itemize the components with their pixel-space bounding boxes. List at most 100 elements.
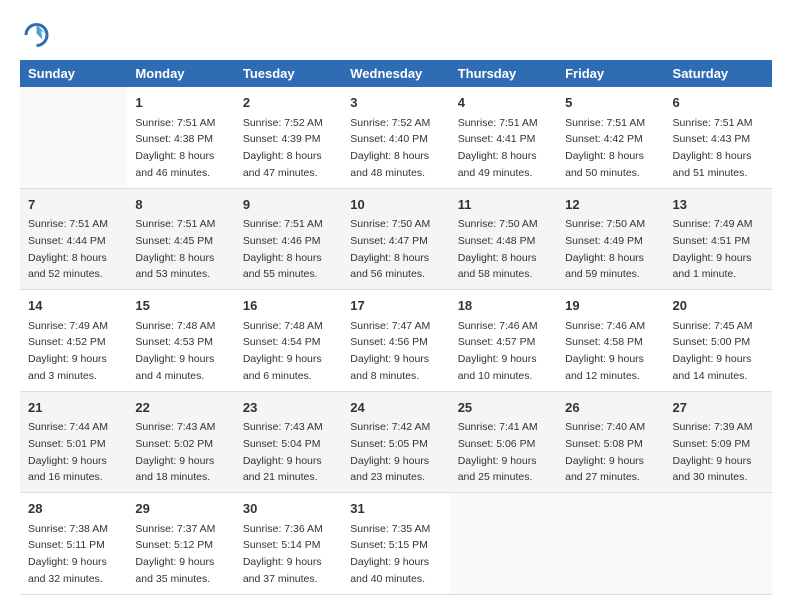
- calendar-cell: 10 Sunrise: 7:50 AM Sunset: 4:47 PM Dayli…: [342, 188, 449, 290]
- day-info: Sunrise: 7:50 AM Sunset: 4:49 PM Dayligh…: [565, 218, 645, 280]
- weekday-header-tuesday: Tuesday: [235, 60, 342, 87]
- day-number: 8: [135, 195, 226, 215]
- weekday-header-monday: Monday: [127, 60, 234, 87]
- calendar-cell: 2 Sunrise: 7:52 AM Sunset: 4:39 PM Daylig…: [235, 87, 342, 188]
- day-number: 5: [565, 93, 656, 113]
- day-number: 26: [565, 398, 656, 418]
- weekday-header-thursday: Thursday: [450, 60, 557, 87]
- calendar-week-row: 1 Sunrise: 7:51 AM Sunset: 4:38 PM Daylig…: [20, 87, 772, 188]
- calendar-cell: [557, 493, 664, 595]
- calendar-cell: 20 Sunrise: 7:45 AM Sunset: 5:00 PM Dayli…: [665, 290, 772, 392]
- day-info: Sunrise: 7:41 AM Sunset: 5:06 PM Dayligh…: [458, 421, 538, 483]
- calendar-cell: 6 Sunrise: 7:51 AM Sunset: 4:43 PM Daylig…: [665, 87, 772, 188]
- calendar-cell: 8 Sunrise: 7:51 AM Sunset: 4:45 PM Daylig…: [127, 188, 234, 290]
- calendar-cell: 5Sunrise: 7:51 AM Sunset: 4:42 PM Daylig…: [557, 87, 664, 188]
- day-info: Sunrise: 7:50 AM Sunset: 4:48 PM Dayligh…: [458, 218, 538, 280]
- day-number: 20: [673, 296, 764, 316]
- day-info: Sunrise: 7:51 AM Sunset: 4:44 PM Dayligh…: [28, 218, 108, 280]
- day-number: 2: [243, 93, 334, 113]
- calendar-cell: 22 Sunrise: 7:43 AM Sunset: 5:02 PM Dayli…: [127, 391, 234, 493]
- calendar-cell: 11Sunrise: 7:50 AM Sunset: 4:48 PM Dayli…: [450, 188, 557, 290]
- day-number: 23: [243, 398, 334, 418]
- day-info: Sunrise: 7:38 AM Sunset: 5:11 PM Dayligh…: [28, 523, 108, 585]
- day-info: Sunrise: 7:51 AM Sunset: 4:45 PM Dayligh…: [135, 218, 215, 280]
- day-info: Sunrise: 7:37 AM Sunset: 5:12 PM Dayligh…: [135, 523, 215, 585]
- calendar-cell: [665, 493, 772, 595]
- calendar-cell: 27 Sunrise: 7:39 AM Sunset: 5:09 PM Dayli…: [665, 391, 772, 493]
- day-info: Sunrise: 7:51 AM Sunset: 4:41 PM Dayligh…: [458, 117, 538, 179]
- calendar-cell: 21 Sunrise: 7:44 AM Sunset: 5:01 PM Dayli…: [20, 391, 127, 493]
- day-info: Sunrise: 7:46 AM Sunset: 4:57 PM Dayligh…: [458, 320, 538, 382]
- calendar-week-row: 14 Sunrise: 7:49 AM Sunset: 4:52 PM Dayli…: [20, 290, 772, 392]
- calendar-cell: 25 Sunrise: 7:41 AM Sunset: 5:06 PM Dayli…: [450, 391, 557, 493]
- day-info: Sunrise: 7:42 AM Sunset: 5:05 PM Dayligh…: [350, 421, 430, 483]
- weekday-header-saturday: Saturday: [665, 60, 772, 87]
- day-number: 3: [350, 93, 441, 113]
- calendar-cell: 26 Sunrise: 7:40 AM Sunset: 5:08 PM Dayli…: [557, 391, 664, 493]
- weekday-header-row: SundayMondayTuesdayWednesdayThursdayFrid…: [20, 60, 772, 87]
- day-info: Sunrise: 7:49 AM Sunset: 4:52 PM Dayligh…: [28, 320, 108, 382]
- calendar-cell: 15 Sunrise: 7:48 AM Sunset: 4:53 PM Dayli…: [127, 290, 234, 392]
- day-info: Sunrise: 7:48 AM Sunset: 4:53 PM Dayligh…: [135, 320, 215, 382]
- calendar-cell: 4 Sunrise: 7:51 AM Sunset: 4:41 PM Daylig…: [450, 87, 557, 188]
- calendar-cell: 13 Sunrise: 7:49 AM Sunset: 4:51 PM Dayli…: [665, 188, 772, 290]
- calendar-cell: 16Sunrise: 7:48 AM Sunset: 4:54 PM Dayli…: [235, 290, 342, 392]
- calendar-week-row: 7 Sunrise: 7:51 AM Sunset: 4:44 PM Daylig…: [20, 188, 772, 290]
- day-number: 22: [135, 398, 226, 418]
- weekday-header-sunday: Sunday: [20, 60, 127, 87]
- calendar-cell: 1 Sunrise: 7:51 AM Sunset: 4:38 PM Daylig…: [127, 87, 234, 188]
- day-info: Sunrise: 7:50 AM Sunset: 4:47 PM Dayligh…: [350, 218, 430, 280]
- day-info: Sunrise: 7:52 AM Sunset: 4:39 PM Dayligh…: [243, 117, 323, 179]
- calendar-cell: 31 Sunrise: 7:35 AM Sunset: 5:15 PM Dayli…: [342, 493, 449, 595]
- day-number: 21: [28, 398, 119, 418]
- day-number: 6: [673, 93, 764, 113]
- day-number: 9: [243, 195, 334, 215]
- day-number: 30: [243, 499, 334, 519]
- weekday-header-friday: Friday: [557, 60, 664, 87]
- day-info: Sunrise: 7:46 AM Sunset: 4:58 PM Dayligh…: [565, 320, 645, 382]
- calendar-cell: 24 Sunrise: 7:42 AM Sunset: 5:05 PM Dayli…: [342, 391, 449, 493]
- day-info: Sunrise: 7:52 AM Sunset: 4:40 PM Dayligh…: [350, 117, 430, 179]
- day-info: Sunrise: 7:44 AM Sunset: 5:01 PM Dayligh…: [28, 421, 108, 483]
- calendar-cell: 30Sunrise: 7:36 AM Sunset: 5:14 PM Dayli…: [235, 493, 342, 595]
- day-number: 18: [458, 296, 549, 316]
- day-number: 7: [28, 195, 119, 215]
- day-number: 15: [135, 296, 226, 316]
- day-number: 13: [673, 195, 764, 215]
- day-number: 14: [28, 296, 119, 316]
- day-info: Sunrise: 7:51 AM Sunset: 4:43 PM Dayligh…: [673, 117, 753, 179]
- day-info: Sunrise: 7:51 AM Sunset: 4:46 PM Dayligh…: [243, 218, 323, 280]
- day-number: 28: [28, 499, 119, 519]
- day-number: 16: [243, 296, 334, 316]
- day-info: Sunrise: 7:43 AM Sunset: 5:04 PM Dayligh…: [243, 421, 323, 483]
- day-info: Sunrise: 7:43 AM Sunset: 5:02 PM Dayligh…: [135, 421, 215, 483]
- day-info: Sunrise: 7:47 AM Sunset: 4:56 PM Dayligh…: [350, 320, 430, 382]
- day-number: 31: [350, 499, 441, 519]
- logo: [20, 20, 54, 50]
- logo-icon: [20, 20, 50, 50]
- calendar-cell: [20, 87, 127, 188]
- calendar-table: SundayMondayTuesdayWednesdayThursdayFrid…: [20, 60, 772, 595]
- calendar-cell: 3 Sunrise: 7:52 AM Sunset: 4:40 PM Daylig…: [342, 87, 449, 188]
- day-number: 10: [350, 195, 441, 215]
- day-info: Sunrise: 7:39 AM Sunset: 5:09 PM Dayligh…: [673, 421, 753, 483]
- day-number: 27: [673, 398, 764, 418]
- day-info: Sunrise: 7:45 AM Sunset: 5:00 PM Dayligh…: [673, 320, 753, 382]
- calendar-cell: 19Sunrise: 7:46 AM Sunset: 4:58 PM Dayli…: [557, 290, 664, 392]
- calendar-cell: 28 Sunrise: 7:38 AM Sunset: 5:11 PM Dayli…: [20, 493, 127, 595]
- day-number: 1: [135, 93, 226, 113]
- calendar-cell: 23 Sunrise: 7:43 AM Sunset: 5:04 PM Dayli…: [235, 391, 342, 493]
- day-number: 4: [458, 93, 549, 113]
- calendar-cell: 9 Sunrise: 7:51 AM Sunset: 4:46 PM Daylig…: [235, 188, 342, 290]
- page-header: [20, 20, 772, 50]
- weekday-header-wednesday: Wednesday: [342, 60, 449, 87]
- calendar-week-row: 28 Sunrise: 7:38 AM Sunset: 5:11 PM Dayli…: [20, 493, 772, 595]
- day-number: 25: [458, 398, 549, 418]
- day-number: 24: [350, 398, 441, 418]
- calendar-cell: 18 Sunrise: 7:46 AM Sunset: 4:57 PM Dayli…: [450, 290, 557, 392]
- calendar-cell: 14 Sunrise: 7:49 AM Sunset: 4:52 PM Dayli…: [20, 290, 127, 392]
- day-info: Sunrise: 7:51 AM Sunset: 4:38 PM Dayligh…: [135, 117, 215, 179]
- day-info: Sunrise: 7:49 AM Sunset: 4:51 PM Dayligh…: [673, 218, 753, 280]
- day-info: Sunrise: 7:35 AM Sunset: 5:15 PM Dayligh…: [350, 523, 430, 585]
- day-info: Sunrise: 7:40 AM Sunset: 5:08 PM Dayligh…: [565, 421, 645, 483]
